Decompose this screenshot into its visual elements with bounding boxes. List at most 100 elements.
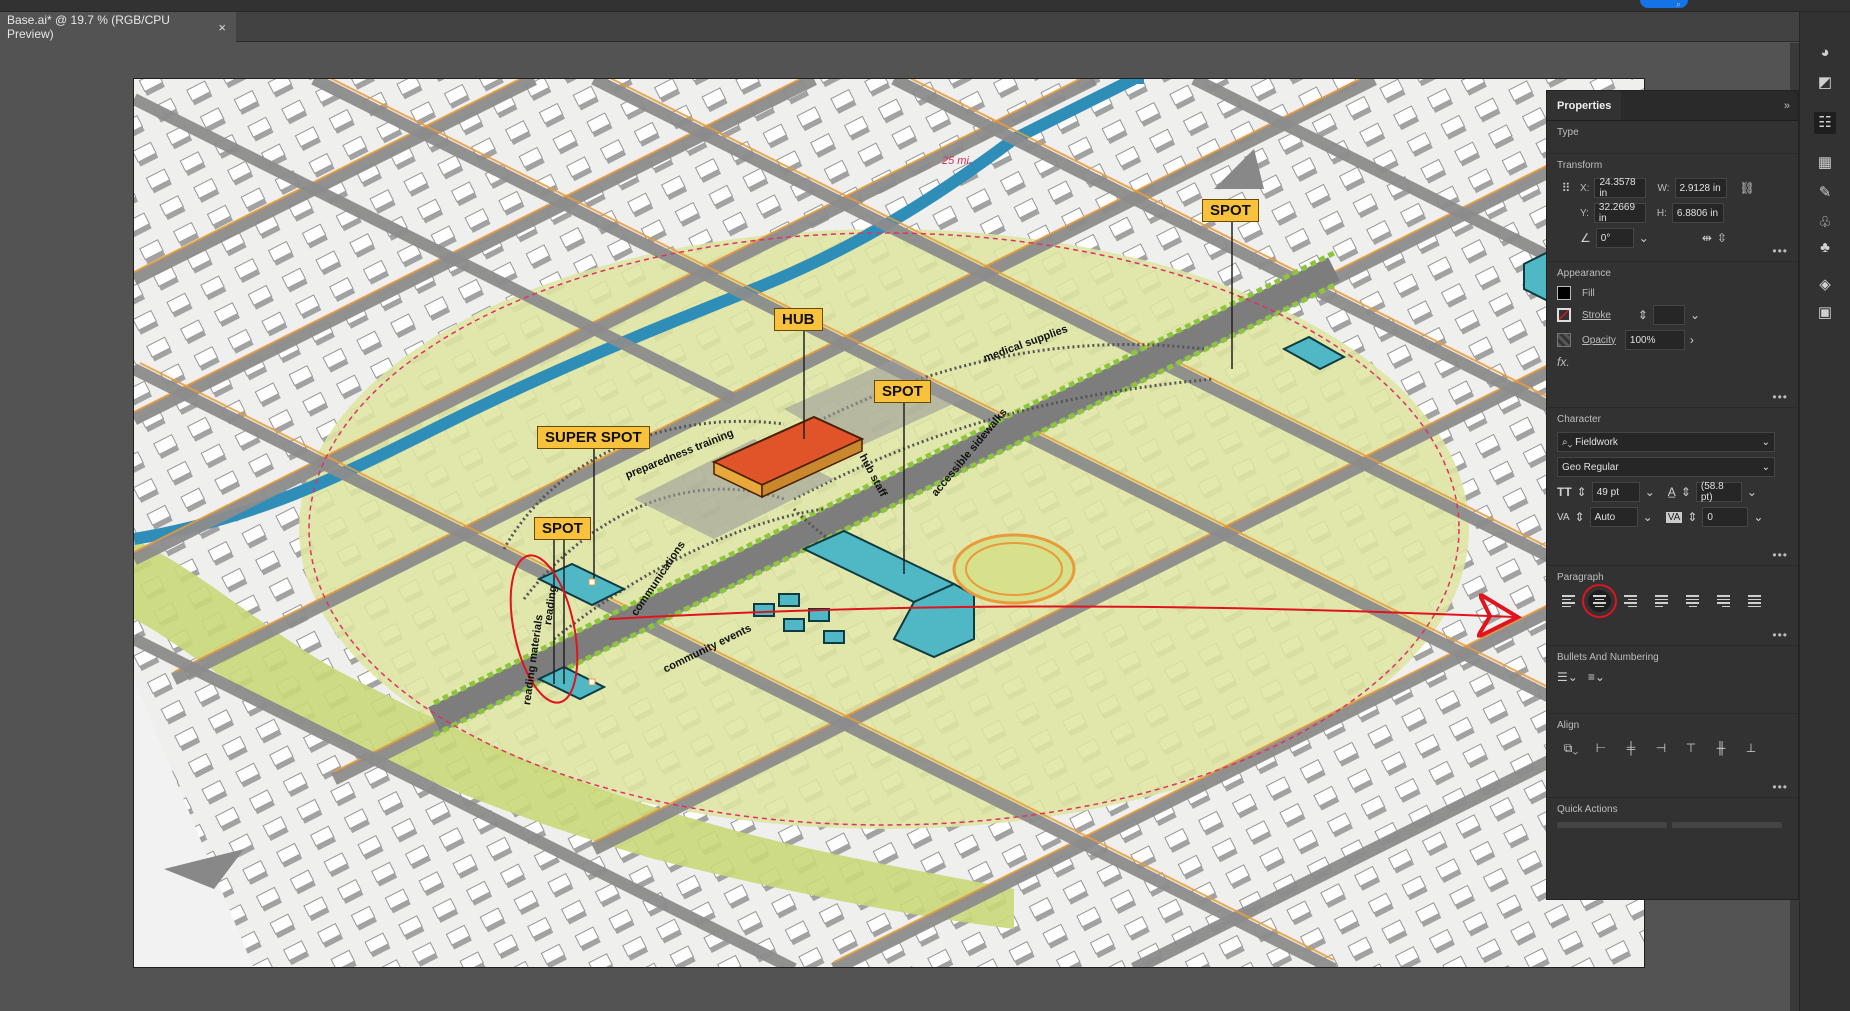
justify-right-button[interactable] <box>1712 590 1735 612</box>
rotation-dropdown-icon[interactable]: ⌄ <box>1639 231 1649 245</box>
effects-icon[interactable]: fx. <box>1557 355 1570 369</box>
kerning-icon: VA <box>1557 511 1570 523</box>
panel-dock: ◕ ◩ ☷ ▦ ✎ ♧ ♣ ◈ ▣ <box>1799 12 1850 1011</box>
radius-annotation: 25 mi. <box>942 155 972 167</box>
numbered-list-icon[interactable]: ≡⌄ <box>1588 670 1605 684</box>
color-palette-icon[interactable]: ◕ <box>1814 42 1836 64</box>
y-field[interactable]: 32.2669 in <box>1593 202 1646 224</box>
font-size-field[interactable]: 49 pt <box>1591 482 1640 502</box>
graphic-styles-icon[interactable]: ♣ <box>1814 237 1836 259</box>
stroke-weight-field[interactable] <box>1652 305 1685 325</box>
bullets-section: Bullets And Numbering ☰⌄ ≡⌄ <box>1547 646 1798 714</box>
rotate-icon: ∠ <box>1580 231 1591 245</box>
character-section: Character ⌕⌄ Fieldwork ⌄ Geo Regular ⌄ T… <box>1547 408 1798 566</box>
kerning-stepper[interactable]: ⇕ <box>1575 510 1585 524</box>
justify-left-button[interactable] <box>1650 590 1673 612</box>
leading-stepper[interactable]: ⇕ <box>1681 485 1691 499</box>
stroke-label[interactable]: Stroke <box>1582 310 1611 321</box>
font-family-dropdown-icon[interactable]: ⌄ <box>1762 437 1770 448</box>
character-more-icon[interactable]: ••• <box>1772 548 1788 562</box>
opacity-label[interactable]: Opacity <box>1582 335 1616 346</box>
x-field[interactable]: 24.3578 in <box>1594 177 1647 199</box>
brushes-icon[interactable]: ✎ <box>1814 182 1836 204</box>
kerning-field[interactable]: Auto <box>1589 507 1638 527</box>
h-label: H: <box>1656 207 1667 219</box>
quick-action-button-1[interactable] <box>1557 822 1667 828</box>
type-section-title: Type <box>1557 127 1579 138</box>
width-field[interactable]: 2.9128 in <box>1674 178 1727 198</box>
symbols-icon[interactable]: ♧ <box>1814 212 1836 234</box>
properties-tab[interactable]: Properties <box>1547 91 1622 120</box>
flip-horizontal-icon[interactable]: ⇹ <box>1702 231 1712 245</box>
rotation-field[interactable]: 0° <box>1595 228 1634 248</box>
opacity-icon <box>1557 333 1571 347</box>
close-tab-icon[interactable]: × <box>218 20 226 35</box>
hub-label[interactable]: HUB <box>774 308 823 331</box>
gradient-icon[interactable]: ◩ <box>1814 72 1836 94</box>
collapse-panel-icon[interactable]: » <box>1784 91 1790 120</box>
document-tab[interactable]: Base.ai* @ 19.7 % (RGB/CPU Preview) × <box>0 12 236 42</box>
justify-center-button[interactable] <box>1681 590 1704 612</box>
leading-field[interactable]: (58.8 pt) <box>1695 481 1742 503</box>
document-tab-title: Base.ai* @ 19.7 % (RGB/CPU Preview) <box>7 13 170 41</box>
font-style-dropdown-icon[interactable]: ⌄ <box>1762 462 1770 473</box>
spot-label-center[interactable]: SPOT <box>874 380 931 403</box>
align-to-icon[interactable]: ⧉⌄ <box>1557 738 1585 758</box>
font-size-stepper[interactable]: ⇕ <box>1577 485 1587 499</box>
super-spot-label[interactable]: SUPER SPOT <box>537 426 650 449</box>
transform-more-icon[interactable]: ••• <box>1772 244 1788 258</box>
align-right-button[interactable] <box>1619 590 1642 612</box>
canvas-area[interactable]: 25 mi. HUB SPOT SPOT SUPER SPOT SPOT med… <box>0 43 1790 1011</box>
tracking-icon: VA <box>1665 511 1683 523</box>
kerning-dropdown-icon[interactable]: ⌄ <box>1643 510 1653 524</box>
fill-label: Fill <box>1582 287 1595 299</box>
justify-all-button[interactable] <box>1743 590 1766 612</box>
tracking-stepper[interactable]: ⇕ <box>1687 510 1697 524</box>
constrain-proportions-icon[interactable]: ⛓ <box>1740 181 1755 195</box>
x-label: X: <box>1580 182 1590 194</box>
align-center-button[interactable] <box>1582 584 1617 618</box>
align-bottom-edges-icon[interactable]: ⊥ <box>1737 738 1765 758</box>
leading-dropdown-icon[interactable]: ⌄ <box>1747 485 1757 499</box>
stroke-dropdown-icon[interactable]: ⌄ <box>1690 308 1700 322</box>
opacity-field[interactable]: 100% <box>1624 330 1685 350</box>
properties-panel: Properties » Type Transform ⠿ X: 24.3578… <box>1546 90 1799 900</box>
stroke-swatch[interactable] <box>1557 308 1571 322</box>
quick-action-button-2[interactable] <box>1672 822 1782 828</box>
layers-icon[interactable]: ◈ <box>1814 274 1836 296</box>
artboard[interactable]: 25 mi. HUB SPOT SPOT SUPER SPOT SPOT med… <box>133 78 1645 968</box>
tracking-dropdown-icon[interactable]: ⌄ <box>1753 510 1763 524</box>
tracking-field[interactable]: 0 <box>1702 507 1749 527</box>
align-top-edges-icon[interactable]: ⊤ <box>1677 738 1705 758</box>
spot-label-top-right[interactable]: SPOT <box>1202 199 1259 222</box>
search-icon[interactable]: ⌕ <box>1676 0 1681 9</box>
bullet-list-icon[interactable]: ☰⌄ <box>1557 670 1578 684</box>
height-field[interactable]: 6.8806 in <box>1671 203 1724 223</box>
leading-icon: A̲ <box>1667 485 1676 499</box>
font-style-field[interactable]: Geo Regular ⌄ <box>1557 457 1775 477</box>
y-label: Y: <box>1580 207 1589 219</box>
align-more-icon[interactable]: ••• <box>1772 780 1788 794</box>
libraries-icon[interactable]: ▦ <box>1814 152 1836 174</box>
reference-point-icon[interactable]: ⠿ <box>1557 181 1575 195</box>
transform-section: Transform ⠿ X: 24.3578 in W: 2.9128 in ⛓… <box>1547 154 1798 262</box>
font-family-field[interactable]: ⌕⌄ Fieldwork ⌄ <box>1557 432 1775 452</box>
type-section: Type <box>1547 121 1798 154</box>
properties-panel-icon[interactable]: ☷ <box>1814 112 1836 134</box>
align-horizontal-center-icon[interactable]: ╪ <box>1617 738 1645 758</box>
appearance-more-icon[interactable]: ••• <box>1772 390 1788 404</box>
flip-vertical-icon[interactable]: ⇳ <box>1717 231 1727 245</box>
artboards-icon[interactable]: ▣ <box>1814 302 1836 324</box>
stroke-weight-stepper[interactable]: ⇕ <box>1638 308 1648 322</box>
opacity-expand-icon[interactable]: › <box>1690 333 1694 347</box>
illustrator-window: ⌕ Base.ai* @ 19.7 % (RGB/CPU Preview) × <box>0 0 1850 1011</box>
paragraph-more-icon[interactable]: ••• <box>1772 628 1788 642</box>
align-vertical-center-icon[interactable]: ╫ <box>1707 738 1735 758</box>
align-left-button[interactable] <box>1557 590 1580 612</box>
fill-swatch[interactable] <box>1557 286 1571 300</box>
font-size-dropdown-icon[interactable]: ⌄ <box>1645 485 1655 499</box>
align-right-edges-icon[interactable]: ⊣ <box>1647 738 1675 758</box>
font-size-icon: TT <box>1557 485 1572 499</box>
spot-label-left[interactable]: SPOT <box>534 517 591 540</box>
align-left-edges-icon[interactable]: ⊢ <box>1587 738 1615 758</box>
